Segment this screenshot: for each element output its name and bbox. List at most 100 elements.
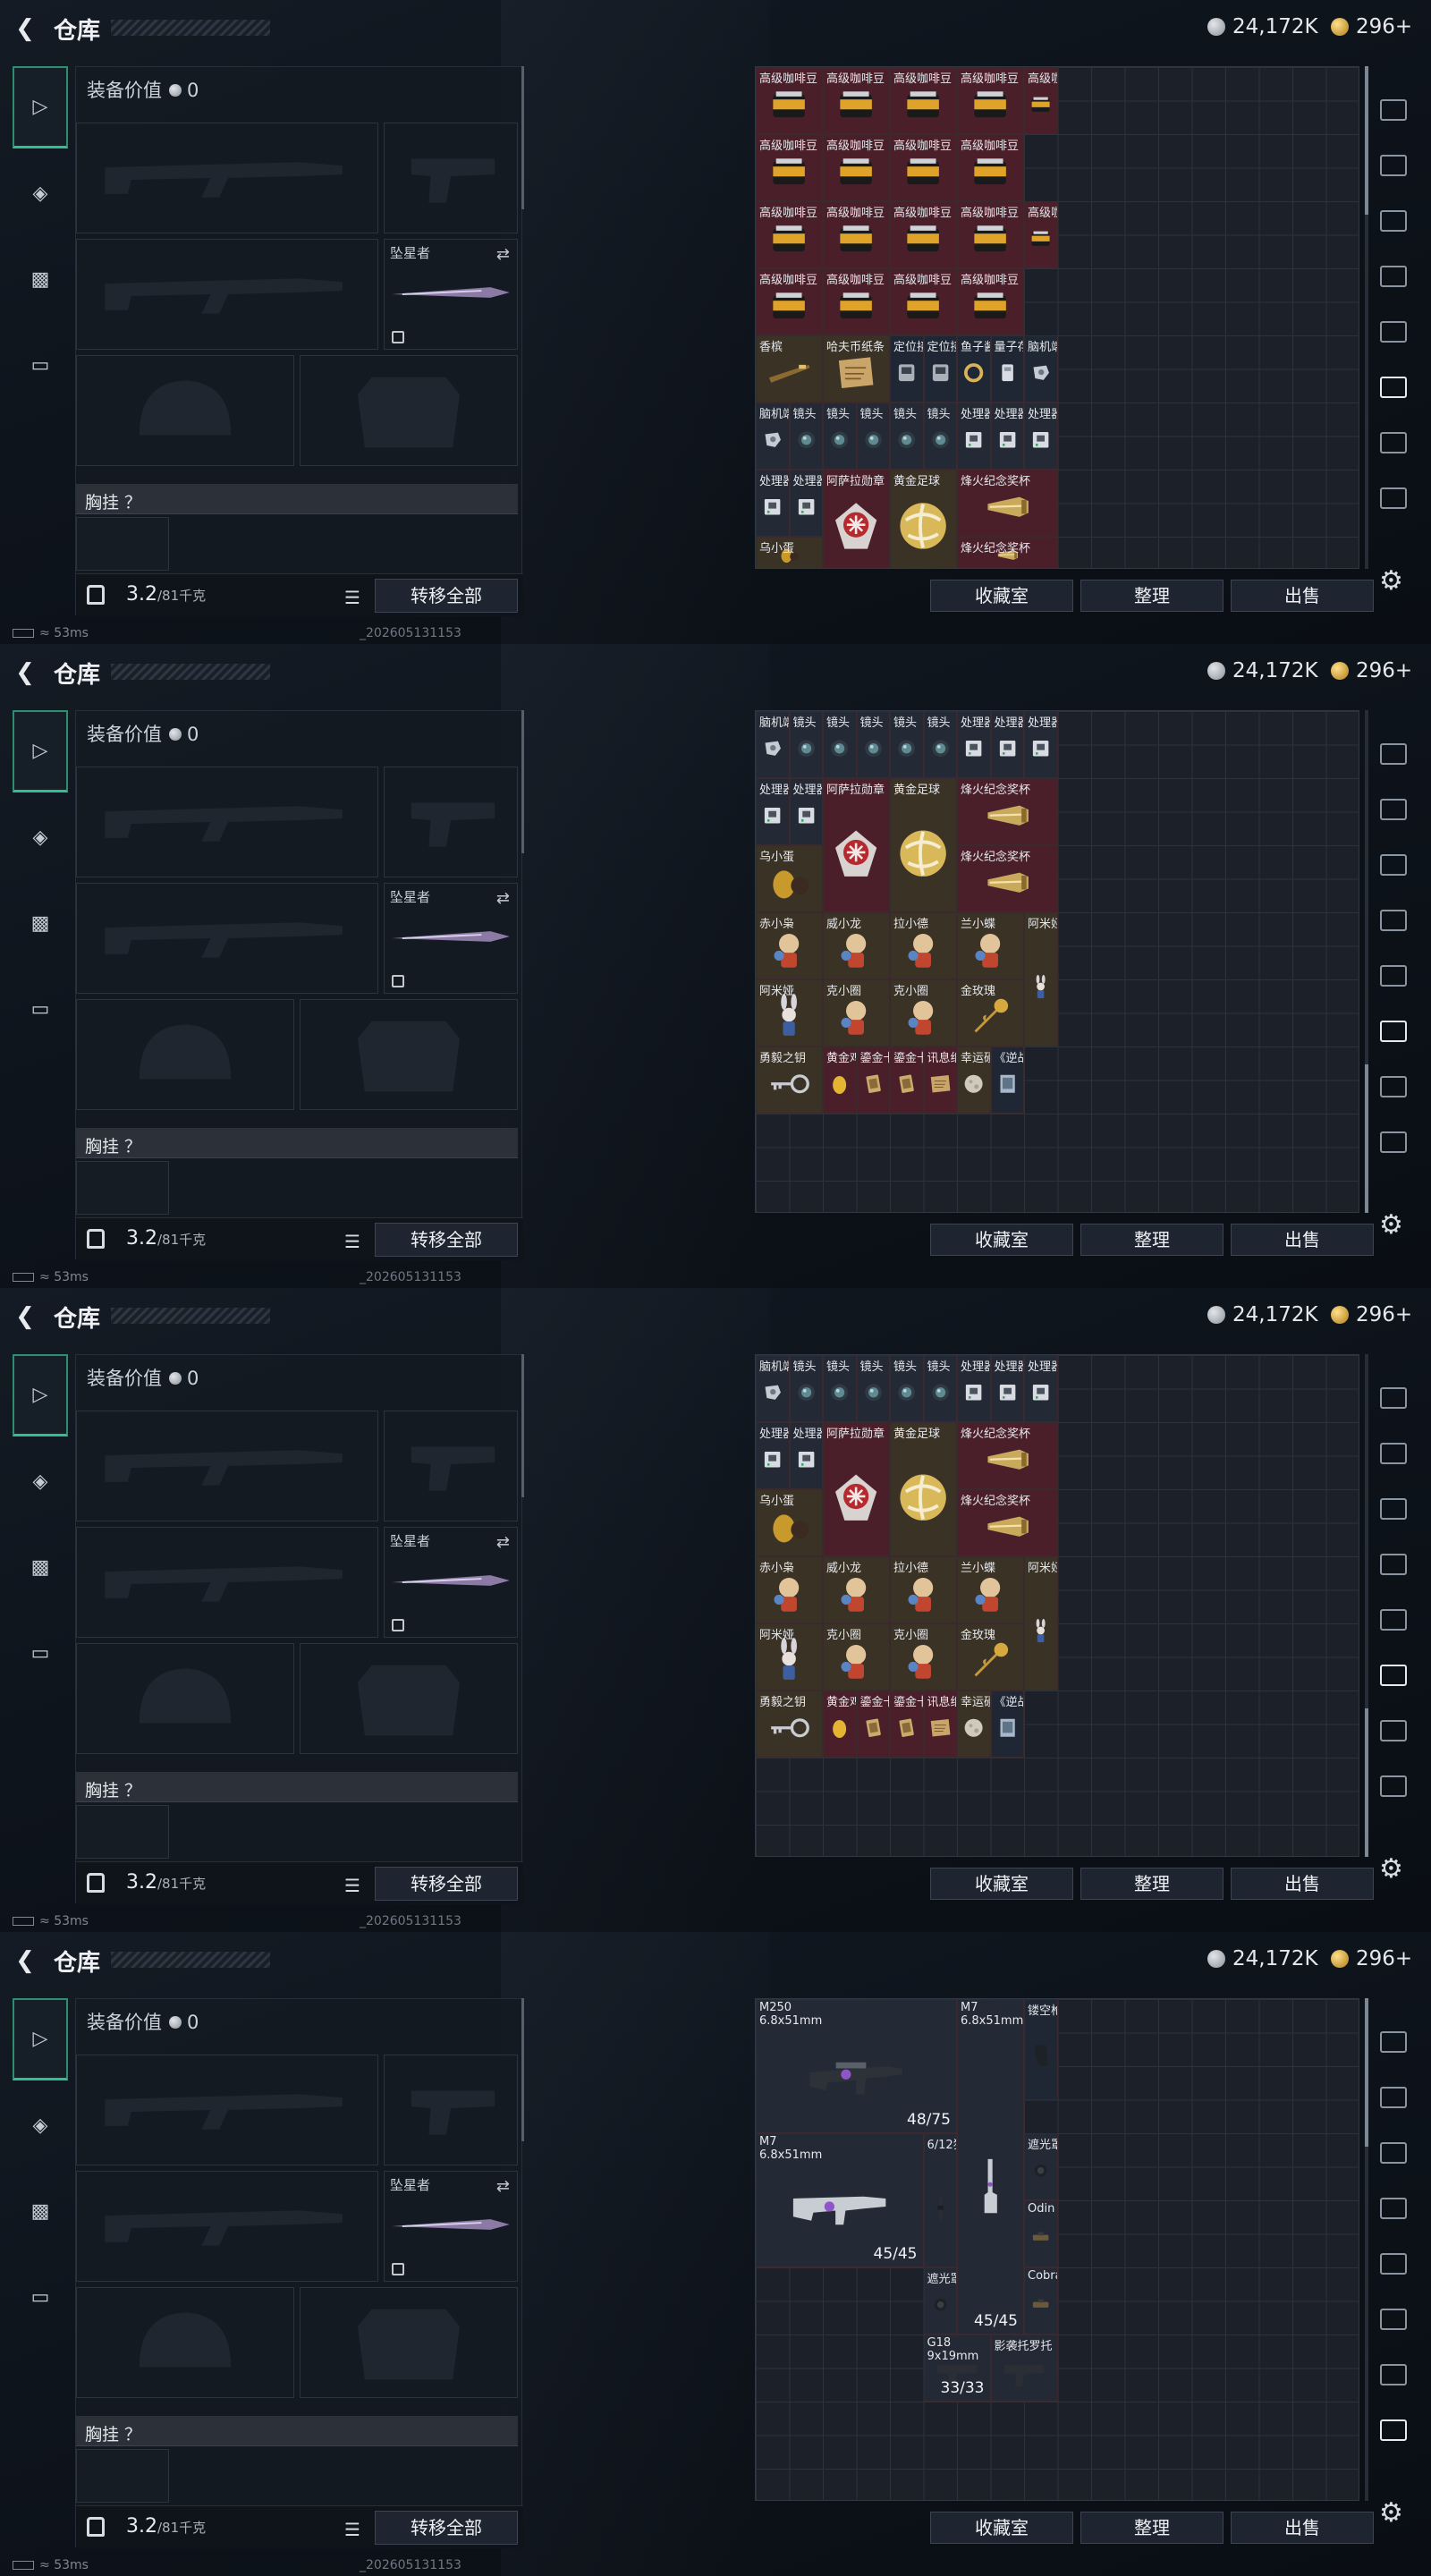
list-icon[interactable]: ☰ bbox=[344, 587, 360, 608]
inventory-item[interactable]: 镜头 bbox=[823, 1355, 857, 1422]
storage-page-tab-icon[interactable] bbox=[1374, 2241, 1413, 2286]
storage-scrollbar-thumb[interactable] bbox=[1365, 1064, 1368, 1213]
storage-page-tab-icon[interactable] bbox=[1374, 1376, 1413, 1420]
inventory-item[interactable]: 处理器 bbox=[789, 470, 823, 537]
inventory-item[interactable]: 镜头 bbox=[923, 402, 957, 470]
collection-room-button[interactable]: 收藏室 bbox=[930, 1868, 1073, 1900]
inventory-item[interactable]: 高级咖啡豆 bbox=[890, 134, 957, 201]
inventory-item[interactable]: 遮光罩 bbox=[923, 2267, 957, 2334]
inventory-item[interactable]: 讯息纸条 bbox=[923, 1690, 957, 1758]
inventory-item[interactable]: 镜头 bbox=[823, 711, 857, 778]
weapon-tab-icon[interactable]: ▷ bbox=[13, 1998, 68, 2080]
inventory-item[interactable]: 定位接收器 bbox=[923, 335, 957, 402]
inventory-item[interactable]: 高级咖啡豆 bbox=[957, 67, 1024, 134]
storage-page-tab-icon[interactable] bbox=[1374, 732, 1413, 776]
inventory-item[interactable]: M7 6.8x51mm 45/45 bbox=[957, 1999, 1024, 2334]
inventory-item[interactable]: M7 6.8x51mm 45/45 bbox=[756, 2133, 924, 2267]
storage-page-tab-icon[interactable] bbox=[1374, 1431, 1413, 1476]
settings-gear-icon[interactable]: ⚙ bbox=[1379, 1853, 1403, 1885]
rig-tab-icon[interactable]: ▩ bbox=[13, 882, 68, 964]
storage-page-tab-icon[interactable] bbox=[1374, 1120, 1413, 1165]
inventory-item[interactable]: 鎏金卡牌 bbox=[856, 1690, 890, 1758]
inventory-item[interactable]: 幸运硬币 bbox=[957, 1690, 991, 1758]
pistol-slot[interactable] bbox=[384, 123, 518, 233]
sort-button[interactable]: 整理 bbox=[1080, 1868, 1224, 1900]
helmet-slot[interactable] bbox=[76, 355, 294, 466]
inventory-item[interactable]: 阿萨拉勋章 bbox=[823, 778, 890, 912]
secondary-weapon-slot[interactable] bbox=[76, 1527, 378, 1638]
inventory-item[interactable]: 高级咖啡豆 bbox=[756, 201, 823, 268]
inventory-item[interactable]: 高级咖啡豆 bbox=[957, 201, 1024, 268]
inventory-item[interactable]: 镜头 bbox=[890, 402, 924, 470]
inventory-item[interactable]: 黄金足球 bbox=[890, 778, 957, 912]
storage-page-tab-icon[interactable] bbox=[1374, 1542, 1413, 1587]
inventory-item[interactable]: 乌小蛋 bbox=[756, 1489, 823, 1556]
inventory-item[interactable]: 烽火纪念奖杯 bbox=[957, 470, 1058, 537]
inventory-item[interactable]: G18 9x19mm 33/33 bbox=[923, 2334, 991, 2402]
inventory-item[interactable]: 遮光罩 bbox=[1024, 2133, 1058, 2200]
helmet-tab-icon[interactable]: ◈ bbox=[13, 152, 68, 234]
helmet-slot[interactable] bbox=[76, 1643, 294, 1754]
inventory-item[interactable]: 烽火纪念奖杯 bbox=[957, 778, 1058, 845]
helmet-tab-icon[interactable]: ◈ bbox=[13, 1440, 68, 1522]
storage-page-tab-icon[interactable] bbox=[1374, 1009, 1413, 1054]
chest-rig-slot[interactable] bbox=[76, 2449, 169, 2503]
helmet-slot[interactable] bbox=[76, 2287, 294, 2398]
storage-page-tab-icon[interactable] bbox=[1374, 1708, 1413, 1753]
inventory-item[interactable]: 克小圈 bbox=[890, 1623, 957, 1690]
inventory-item[interactable]: 鱼子酱 bbox=[957, 335, 991, 402]
chest-rig-slot[interactable] bbox=[76, 1161, 169, 1215]
list-icon[interactable]: ☰ bbox=[344, 1875, 360, 1896]
storage-page-tab-icon[interactable] bbox=[1374, 365, 1413, 410]
inventory-item[interactable]: 鎏金卡牌 bbox=[856, 1046, 890, 1114]
inventory-item[interactable]: 鎏金卡牌 bbox=[890, 1690, 924, 1758]
armor-slot[interactable] bbox=[300, 2287, 518, 2398]
primary-weapon-slot[interactable] bbox=[76, 1411, 378, 1521]
equipment-scrollbar[interactable] bbox=[521, 1998, 524, 2141]
storage-page-tab-icon[interactable] bbox=[1374, 254, 1413, 299]
storage-page-tab-icon[interactable] bbox=[1374, 1764, 1413, 1809]
storage-page-tab-icon[interactable] bbox=[1374, 787, 1413, 832]
sell-button[interactable]: 出售 bbox=[1231, 580, 1374, 612]
inventory-item[interactable]: M250 6.8x51mm 48/75 bbox=[756, 1999, 957, 2133]
storage-page-tab-icon[interactable] bbox=[1374, 2131, 1413, 2175]
sell-button[interactable]: 出售 bbox=[1231, 1224, 1374, 1256]
storage-page-tab-icon[interactable] bbox=[1374, 2408, 1413, 2453]
secondary-weapon-slot[interactable] bbox=[76, 883, 378, 994]
inventory-item[interactable]: Cobra bbox=[1024, 2267, 1058, 2334]
storage-page-tab-icon[interactable] bbox=[1374, 309, 1413, 354]
inventory-item[interactable]: 处理器 bbox=[756, 1422, 790, 1489]
melee-slot[interactable]: 坠星者 ⇄ bbox=[384, 883, 518, 994]
inventory-item[interactable]: 阿米娅 bbox=[756, 1623, 823, 1690]
equipment-scrollbar[interactable] bbox=[521, 1354, 524, 1497]
inventory-item[interactable]: 镜头 bbox=[890, 1355, 924, 1422]
primary-weapon-slot[interactable] bbox=[76, 2055, 378, 2165]
storage-page-tab-icon[interactable] bbox=[1374, 2297, 1413, 2342]
storage-page-tab-icon[interactable] bbox=[1374, 420, 1413, 465]
inventory-item[interactable]: 克小圈 bbox=[823, 979, 890, 1046]
inventory-item[interactable]: Odin S bbox=[1024, 2200, 1058, 2267]
storage-page-tab-icon[interactable] bbox=[1374, 199, 1413, 243]
inventory-item[interactable]: 处理器 bbox=[1024, 711, 1058, 778]
inventory-item[interactable]: 阿米娅 bbox=[756, 979, 823, 1046]
inventory-item[interactable]: 镜头 bbox=[789, 711, 823, 778]
sort-button[interactable]: 整理 bbox=[1080, 1224, 1224, 1256]
settings-gear-icon[interactable]: ⚙ bbox=[1379, 565, 1403, 597]
sell-button[interactable]: 出售 bbox=[1231, 2512, 1374, 2544]
inventory-item[interactable]: 脑机端子 bbox=[756, 402, 790, 470]
inventory-item[interactable]: 镜头 bbox=[923, 1355, 957, 1422]
inventory-item[interactable]: 讯息纸条 bbox=[923, 1046, 957, 1114]
helmet-tab-icon[interactable]: ◈ bbox=[13, 2084, 68, 2166]
inventory-item[interactable]: 黄金鸡蛋 bbox=[823, 1690, 857, 1758]
inventory-item[interactable]: 烽火纪念奖杯 bbox=[957, 537, 1058, 568]
storage-page-tab-icon[interactable] bbox=[1374, 1597, 1413, 1642]
inventory-item[interactable]: 镜头 bbox=[856, 1355, 890, 1422]
inventory-item[interactable]: 处理器 bbox=[990, 402, 1024, 470]
storage-page-tab-icon[interactable] bbox=[1374, 843, 1413, 887]
storage-page-tab-icon[interactable] bbox=[1374, 143, 1413, 188]
gold-currency[interactable]: 296+ bbox=[1331, 1302, 1412, 1327]
back-arrow-icon[interactable]: ❮ bbox=[13, 1304, 38, 1329]
inventory-item[interactable]: 镜头 bbox=[856, 711, 890, 778]
inventory-item[interactable]: 烽火纪念奖杯 bbox=[957, 845, 1058, 912]
back-arrow-icon[interactable]: ❮ bbox=[13, 16, 38, 41]
